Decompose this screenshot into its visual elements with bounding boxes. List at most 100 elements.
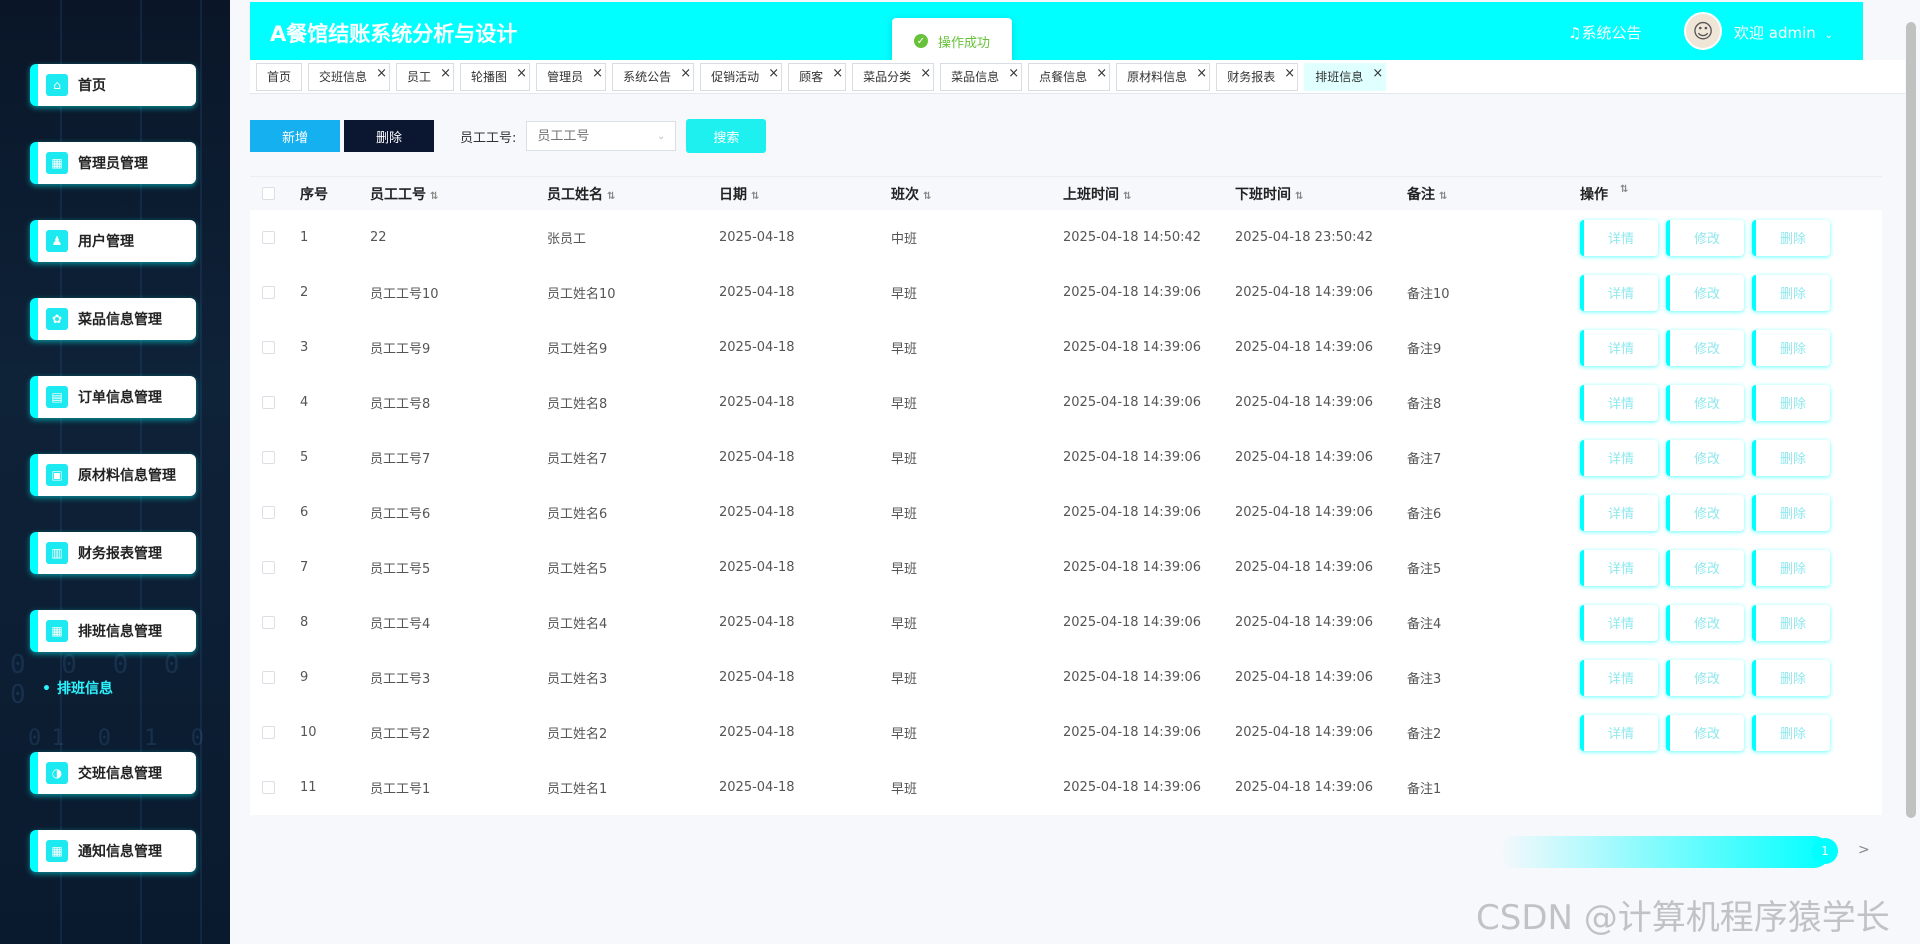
close-icon[interactable]: × xyxy=(440,66,451,81)
detail-button[interactable]: 详情 xyxy=(1580,329,1658,366)
row-delete-button[interactable]: 删除 xyxy=(1752,604,1830,641)
close-icon[interactable]: × xyxy=(376,66,387,81)
tab-8[interactable]: 菜品分类 × xyxy=(852,62,935,91)
detail-button[interactable]: 详情 xyxy=(1580,659,1658,696)
page-number-button[interactable]: 1 xyxy=(1812,838,1838,864)
detail-button[interactable]: 详情 xyxy=(1580,604,1658,641)
edit-button[interactable]: 修改 xyxy=(1666,439,1744,476)
detail-button[interactable]: 详情 xyxy=(1580,274,1658,311)
row-delete-button[interactable]: 删除 xyxy=(1752,494,1830,531)
row-checkbox[interactable] xyxy=(250,506,300,519)
row-delete-button[interactable]: 删除 xyxy=(1752,659,1830,696)
row-delete-button[interactable]: 删除 xyxy=(1752,274,1830,311)
tab-6[interactable]: 促销活动 × xyxy=(700,62,783,91)
detail-button[interactable]: 详情 xyxy=(1580,219,1658,256)
select-all-checkbox[interactable] xyxy=(250,187,300,200)
sidebar-item-6[interactable]: ▥ 财务报表管理 xyxy=(30,532,196,574)
edit-button[interactable]: 修改 xyxy=(1666,659,1744,696)
add-button[interactable]: 新增 xyxy=(250,120,340,152)
detail-button[interactable]: 详情 xyxy=(1580,384,1658,421)
col-header-shift[interactable]: 班次 ⇅ xyxy=(891,184,1063,204)
row-delete-button[interactable]: 删除 xyxy=(1752,549,1830,586)
sidebar-item-8[interactable]: ◑ 交班信息管理 xyxy=(30,752,196,794)
close-icon[interactable]: × xyxy=(1372,66,1383,81)
tab-9[interactable]: 菜品信息 × xyxy=(940,62,1023,91)
sidebar-item-2[interactable]: ♟ 用户管理 xyxy=(30,220,196,262)
employee-id-input[interactable] xyxy=(537,128,648,144)
search-button[interactable]: 搜索 xyxy=(686,119,767,153)
row-checkbox[interactable] xyxy=(250,451,300,464)
user-menu[interactable]: 欢迎 admin ⌄ xyxy=(1734,22,1833,43)
close-icon[interactable]: × xyxy=(1096,66,1107,81)
edit-button[interactable]: 修改 xyxy=(1666,494,1744,531)
tab-1[interactable]: 交班信息 × xyxy=(308,62,391,91)
close-icon[interactable]: × xyxy=(516,66,527,81)
close-icon[interactable]: × xyxy=(768,66,779,81)
tab-10[interactable]: 点餐信息 × xyxy=(1028,62,1111,91)
detail-button[interactable]: 详情 xyxy=(1580,494,1658,531)
row-checkbox[interactable] xyxy=(250,286,300,299)
col-header-on[interactable]: 上班时间 ⇅ xyxy=(1063,184,1235,204)
row-delete-button[interactable]: 删除 xyxy=(1752,439,1830,476)
sidebar-item-9[interactable]: ▦ 通知信息管理 xyxy=(30,830,196,872)
edit-button[interactable]: 修改 xyxy=(1666,219,1744,256)
close-icon[interactable]: × xyxy=(920,66,931,81)
col-header-name[interactable]: 员工姓名 ⇅ xyxy=(547,184,719,204)
close-icon[interactable]: × xyxy=(1284,66,1295,81)
col-header-note[interactable]: 备注 ⇅ xyxy=(1407,184,1580,204)
tab-12[interactable]: 财务报表 × xyxy=(1216,62,1299,91)
system-notice-link[interactable]: ♫系统公告 xyxy=(1568,22,1641,43)
tab-11[interactable]: 原材料信息 × xyxy=(1116,62,1211,91)
row-delete-button[interactable]: 删除 xyxy=(1752,384,1830,421)
next-page-button[interactable]: > xyxy=(1858,842,1870,858)
close-icon[interactable]: × xyxy=(592,66,603,81)
close-icon[interactable]: × xyxy=(1196,66,1207,81)
tab-7[interactable]: 顾客 × xyxy=(788,62,847,91)
edit-button[interactable]: 修改 xyxy=(1666,384,1744,421)
row-checkbox[interactable] xyxy=(250,341,300,354)
close-icon[interactable]: × xyxy=(832,66,843,81)
tab-13[interactable]: 排班信息 × xyxy=(1304,62,1387,91)
row-delete-button[interactable]: 删除 xyxy=(1752,329,1830,366)
row-checkbox[interactable] xyxy=(250,726,300,739)
sidebar-item-5[interactable]: ▣ 原材料信息管理 xyxy=(30,454,196,496)
tab-2[interactable]: 员工 × xyxy=(396,62,455,91)
row-checkbox[interactable] xyxy=(250,561,300,574)
row-delete-button[interactable]: 删除 xyxy=(1752,219,1830,256)
row-checkbox[interactable] xyxy=(250,616,300,629)
close-icon[interactable]: × xyxy=(680,66,691,81)
tab-5[interactable]: 系统公告 × xyxy=(612,62,695,91)
col-header-ops[interactable]: 操作 ⇅ xyxy=(1580,184,1862,204)
close-icon[interactable]: × xyxy=(1008,66,1019,81)
row-checkbox[interactable] xyxy=(250,396,300,409)
row-checkbox[interactable] xyxy=(250,781,300,794)
tab-3[interactable]: 轮播图 × xyxy=(460,62,531,91)
sidebar-item-0[interactable]: ⌂ 首页 xyxy=(30,64,196,106)
tab-4[interactable]: 管理员 × xyxy=(536,62,607,91)
row-checkbox[interactable] xyxy=(250,231,300,244)
edit-button[interactable]: 修改 xyxy=(1666,329,1744,366)
detail-button[interactable]: 详情 xyxy=(1580,439,1658,476)
edit-button[interactable]: 修改 xyxy=(1666,714,1744,751)
tab-0[interactable]: 首页 xyxy=(256,62,303,91)
edit-button[interactable]: 修改 xyxy=(1666,549,1744,586)
sidebar-item-4[interactable]: ▤ 订单信息管理 xyxy=(30,376,196,418)
edit-button[interactable]: 修改 xyxy=(1666,274,1744,311)
sidebar-item-7[interactable]: ▦ 排班信息管理 xyxy=(30,610,196,652)
detail-button[interactable]: 详情 xyxy=(1580,714,1658,751)
col-header-id[interactable]: 员工工号 ⇅ xyxy=(370,184,547,204)
col-header-off[interactable]: 下班时间 ⇅ xyxy=(1235,184,1407,204)
row-checkbox[interactable] xyxy=(250,671,300,684)
vertical-scrollbar[interactable] xyxy=(1906,22,1916,818)
cell-off: 2025-04-18 14:39:06 xyxy=(1235,450,1374,465)
detail-button[interactable]: 详情 xyxy=(1580,549,1658,586)
edit-button[interactable]: 修改 xyxy=(1666,604,1744,641)
delete-button[interactable]: 删除 xyxy=(344,120,434,152)
avatar[interactable]: ☺ xyxy=(1684,12,1722,50)
employee-id-select[interactable]: ⌄ xyxy=(526,121,677,151)
sidebar-item-1[interactable]: ▦ 管理员管理 xyxy=(30,142,196,184)
sidebar-item-3[interactable]: ✿ 菜品信息管理 xyxy=(30,298,196,340)
col-header-date[interactable]: 日期 ⇅ xyxy=(719,184,891,204)
sidebar-subitem-schedule[interactable]: 排班信息 xyxy=(42,678,113,698)
row-delete-button[interactable]: 删除 xyxy=(1752,714,1830,751)
